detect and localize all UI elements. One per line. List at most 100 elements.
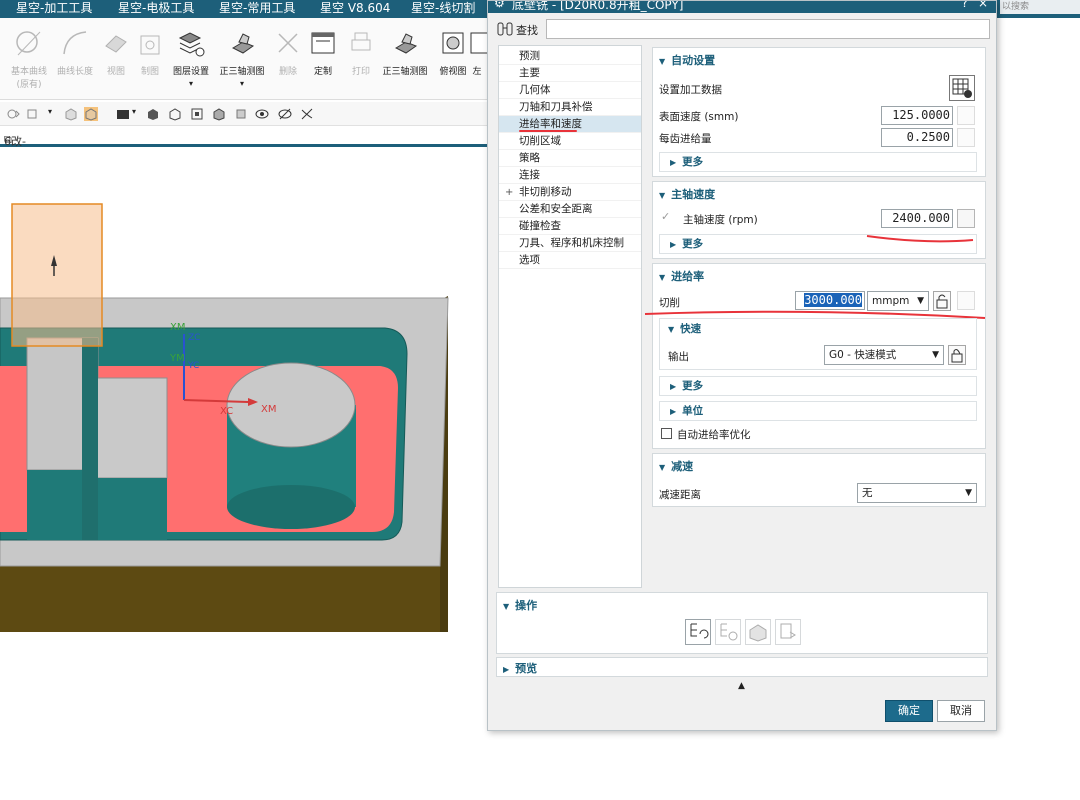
lock-icon[interactable] <box>948 345 966 365</box>
surface-speed-label: 表面速度 (smm) <box>659 111 739 123</box>
nav-item-options[interactable]: 选项 <box>499 252 641 269</box>
nav-item-connect[interactable]: 连接 <box>499 167 641 184</box>
preview-group[interactable]: ▶ 预览 <box>496 657 988 677</box>
ribbon-tab[interactable]: 星空-线切割 <box>411 0 475 18</box>
nav-item-main[interactable]: 主要 <box>499 65 641 82</box>
more-section[interactable]: ▶ 更多 <box>659 152 977 172</box>
graphics-viewport[interactable]: XM ZC YM YC XC XM <box>0 150 488 800</box>
fit-icon[interactable] <box>190 107 204 121</box>
group-header[interactable]: ▼ 操作 <box>503 597 537 613</box>
group-header[interactable]: ▶ 预览 <box>503 660 537 676</box>
spindle-speed-input[interactable]: 2400.000 <box>881 209 953 228</box>
find-input[interactable] <box>546 19 990 39</box>
left-view-button[interactable]: 左 <box>466 28 488 77</box>
shaded-cube-icon[interactable] <box>64 107 78 121</box>
curve-length-icon <box>63 31 87 55</box>
replay-icon <box>720 623 738 641</box>
auto-feed-optimization-checkbox[interactable] <box>661 428 672 439</box>
xc-axis-label: XC <box>220 406 234 417</box>
dialog-title-bar[interactable]: ⚙ 底壁铣 - [D20R0.8开粗_COPY] ? × <box>488 1 996 13</box>
ok-button[interactable]: 确定 <box>885 700 933 722</box>
trimetric-view-button-2[interactable]: 正三轴测图 <box>380 28 430 77</box>
nav-item-forecast[interactable]: 预测 <box>499 48 641 65</box>
tool-label: 基本曲线 <box>10 67 47 77</box>
help-icon[interactable]: ? <box>962 1 968 10</box>
group-header[interactable]: ▼ 自动设置 <box>659 52 715 68</box>
nav-label: 非切削移动 <box>519 186 572 198</box>
gear-icon: ⚙ <box>494 1 505 10</box>
verify-button[interactable] <box>745 619 771 645</box>
set-machining-data-label: 设置加工数据 <box>659 84 722 96</box>
ribbon-tab[interactable]: 星空-电极工具 <box>118 0 194 18</box>
eye-icon[interactable] <box>255 107 269 121</box>
show-hide-icon[interactable] <box>300 107 314 121</box>
render-style-icon[interactable] <box>84 107 98 121</box>
spindle-speed-label: 主轴速度 (rpm) <box>683 214 758 226</box>
file-tab[interactable]: 6改-A.prt ⧉ <box>0 127 488 162</box>
ym-axis-label: YM <box>170 353 185 364</box>
generate-toolpath-button[interactable] <box>685 619 711 645</box>
layer-icon[interactable] <box>234 107 248 121</box>
print-button[interactable]: 打印 <box>336 28 386 77</box>
ribbon-tab[interactable]: 星空-加工工具 <box>16 0 92 18</box>
surface-speed-input[interactable]: 125.0000 <box>881 106 953 125</box>
rapid-output-select[interactable]: G0 - 快速模式 ▼ <box>824 345 944 365</box>
tool-label: 正三轴测图 <box>219 67 265 77</box>
external-link-icon[interactable]: ⧉ <box>4 133 12 147</box>
chevron-down-icon[interactable]: ▾ <box>132 107 136 116</box>
nav-item-collision[interactable]: 碰撞检查 <box>499 218 641 235</box>
select-filter-icon[interactable] <box>26 107 40 121</box>
layer-settings-button[interactable]: 图层设置 ▾ <box>166 28 216 88</box>
nav-item-strategy[interactable]: 策略 <box>499 150 641 167</box>
close-icon[interactable]: × <box>978 1 988 10</box>
hide-icon[interactable] <box>278 107 292 121</box>
more-section[interactable]: ▶ 更多 <box>659 376 977 396</box>
ribbon-tab[interactable]: 星空-常用工具 <box>219 0 295 18</box>
chevron-down-icon[interactable]: ▾ <box>166 79 216 88</box>
trimetric-view-button[interactable]: 正三轴测图 ▾ <box>217 28 267 88</box>
expand-icon[interactable]: + <box>505 184 513 201</box>
snap-icon[interactable] <box>6 107 20 121</box>
nav-item-non-cutting-moves[interactable]: + 非切削移动 <box>499 184 641 201</box>
feed-per-tooth-input[interactable]: 0.2500 <box>881 128 953 147</box>
calculator-icon[interactable] <box>957 106 975 125</box>
list-button[interactable] <box>775 619 801 645</box>
nav-item-tool-axis[interactable]: 刀轴和刀具补偿 <box>499 99 641 116</box>
chevron-down-icon[interactable]: ▾ <box>48 107 52 116</box>
replay-button[interactable] <box>715 619 741 645</box>
group-title: 主轴速度 <box>671 188 716 201</box>
calculator-icon[interactable] <box>957 209 975 228</box>
chevron-down-icon[interactable]: ▾ <box>217 79 267 88</box>
command-search-input[interactable]: 以搜索 <box>1000 0 1080 14</box>
collapse-icon[interactable]: ▲ <box>738 681 745 691</box>
nav-item-feeds-speeds[interactable]: 进给率和速度 <box>499 116 641 133</box>
group-header[interactable]: ▼ 快速 <box>668 321 701 336</box>
nav-item-cut-area[interactable]: 切削区域 <box>499 133 641 150</box>
nav-item-geometry[interactable]: 几何体 <box>499 82 641 99</box>
section-title: 更多 <box>682 380 704 392</box>
nav-item-tolerance[interactable]: 公差和安全距离 <box>499 201 641 218</box>
background-icon[interactable] <box>116 107 130 121</box>
wire-cube-icon[interactable] <box>168 107 182 121</box>
group-header[interactable]: ▼ 减速 <box>659 458 693 474</box>
group-header[interactable]: ▼ 进给率 <box>659 268 704 284</box>
calculator-icon[interactable] <box>957 128 975 147</box>
layer-settings-icon <box>178 32 205 57</box>
drawing-icon <box>140 35 160 55</box>
cancel-button[interactable]: 取消 <box>937 700 985 722</box>
tool-label: 正三轴测图 <box>382 67 428 77</box>
table-icon <box>952 78 972 98</box>
nav-label: 主要 <box>519 67 540 79</box>
group-header[interactable]: ▼ 主轴速度 <box>659 186 715 202</box>
section-icon[interactable] <box>212 107 226 121</box>
chevron-down-icon: ▼ <box>659 273 666 282</box>
output-label: 输出 <box>668 351 689 363</box>
ribbon-tab[interactable]: 星空 V8.604 <box>320 0 390 18</box>
solid-cube-icon[interactable] <box>146 107 160 121</box>
deceleration-distance-select[interactable]: 无 ▼ <box>857 483 977 503</box>
machining-data-button[interactable] <box>949 75 975 101</box>
basic-curve-button[interactable]: 基本曲线 (原有) <box>4 28 54 90</box>
nav-item-tool-program-machine[interactable]: 刀具、程序和机床控制 <box>499 235 641 252</box>
units-section[interactable]: ▶ 单位 <box>659 401 977 421</box>
spindle-checkbox[interactable]: ✓ <box>661 210 670 223</box>
